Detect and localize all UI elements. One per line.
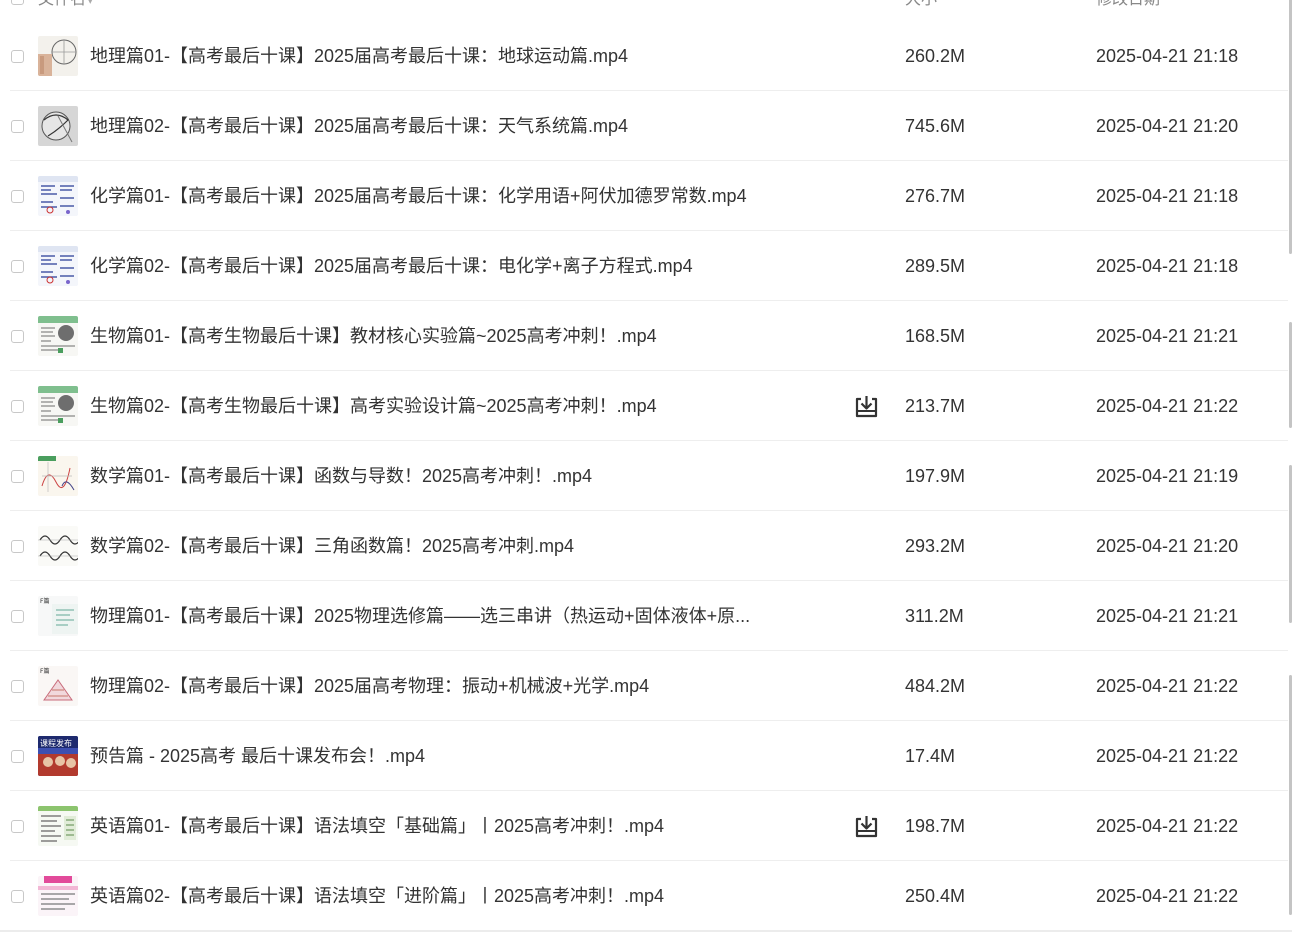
file-size: 17.4M <box>905 746 956 766</box>
row-checkbox[interactable] <box>11 610 24 623</box>
modified-date: 2025-04-21 21:22 <box>1096 886 1239 906</box>
modified-date: 2025-04-21 21:22 <box>1096 746 1239 766</box>
file-name[interactable]: 物理篇02-【高考最后十课】2025届高考物理：振动+机械波+光学.mp4 <box>90 675 760 697</box>
list-bottom-border <box>0 930 1292 932</box>
file-size: 289.5M <box>905 256 966 276</box>
video-thumbnail[interactable] <box>38 526 78 566</box>
file-size: 250.4M <box>905 886 966 906</box>
file-size: 311.2M <box>905 606 964 626</box>
video-thumbnail[interactable] <box>38 246 78 286</box>
file-name[interactable]: 英语篇02-【高考最后十课】语法填空「进阶篇」丨2025高考冲刺！.mp4 <box>90 885 760 907</box>
row-checkbox[interactable] <box>11 190 24 203</box>
modified-date: 2025-04-21 21:20 <box>1096 116 1239 136</box>
file-name[interactable]: 生物篇02-【高考生物最后十课】高考实验设计篇~2025高考冲刺！.mp4 <box>90 395 760 417</box>
video-thumbnail[interactable] <box>38 106 78 146</box>
modified-date: 2025-04-21 21:18 <box>1096 256 1239 276</box>
file-row[interactable]: 数学篇02-【高考最后十课】三角函数篇！2025高考冲刺.mp4 293.2M 20… <box>0 511 1288 581</box>
modified-date: 2025-04-21 21:21 <box>1096 606 1239 626</box>
row-checkbox[interactable] <box>11 400 24 413</box>
file-list-header: 文件名▾ 大小 修改日期 <box>0 0 1292 12</box>
row-checkbox[interactable] <box>11 820 24 833</box>
file-row[interactable]: 生物篇02-【高考生物最后十课】高考实验设计篇~2025高考冲刺！.mp4 213… <box>0 371 1288 441</box>
file-size: 293.2M <box>905 536 966 556</box>
file-name[interactable]: 地理篇01-【高考最后十课】2025届高考最后十课：地球运动篇.mp4 <box>90 45 760 67</box>
file-name[interactable]: 数学篇02-【高考最后十课】三角函数篇！2025高考冲刺.mp4 <box>90 535 760 557</box>
file-name[interactable]: 化学篇02-【高考最后十课】2025届高考最后十课：电化学+离子方程式.mp4 <box>90 255 760 277</box>
file-row[interactable]: 化学篇01-【高考最后十课】2025届高考最后十课：化学用语+阿伏加德罗常数.m… <box>0 161 1288 231</box>
file-size: 213.7M <box>905 396 966 416</box>
modified-date: 2025-04-21 21:22 <box>1096 816 1239 836</box>
file-name[interactable]: 地理篇02-【高考最后十课】2025届高考最后十课：天气系统篇.mp4 <box>90 115 760 137</box>
modified-date: 2025-04-21 21:19 <box>1096 466 1239 486</box>
file-size: 484.2M <box>905 676 966 696</box>
sort-arrow-icon: ▾ <box>88 0 93 6</box>
modified-date: 2025-04-21 21:20 <box>1096 536 1239 556</box>
svg-text:F篇: F篇 <box>40 597 49 605</box>
file-row[interactable]: 生物篇01-【高考生物最后十课】教材核心实验篇~2025高考冲刺！.mp4 168… <box>0 301 1288 371</box>
file-name[interactable]: 化学篇01-【高考最后十课】2025届高考最后十课：化学用语+阿伏加德罗常数.m… <box>90 185 760 207</box>
file-name[interactable]: 英语篇01-【高考最后十课】语法填空「基础篇」丨2025高考冲刺！.mp4 <box>90 815 760 837</box>
row-checkbox[interactable] <box>11 540 24 553</box>
svg-text:F篇: F篇 <box>40 667 49 675</box>
file-row[interactable]: 课程发布预告篇 - 2025高考 最后十课发布会！.mp4 17.4M 2025-0… <box>0 721 1288 791</box>
file-row[interactable]: 地理篇02-【高考最后十课】2025届高考最后十课：天气系统篇.mp4 745.6… <box>0 91 1288 161</box>
video-thumbnail[interactable] <box>38 386 78 426</box>
file-row[interactable]: F篇物理篇01-【高考最后十课】2025物理选修篇——选三串讲（热运动+固体液体… <box>0 581 1288 651</box>
modified-date: 2025-04-21 21:22 <box>1096 396 1239 416</box>
file-row[interactable]: F篇物理篇02-【高考最后十课】2025届高考物理：振动+机械波+光学.mp4 4… <box>0 651 1288 721</box>
modified-date: 2025-04-21 21:21 <box>1096 326 1239 346</box>
video-thumbnail[interactable] <box>38 876 78 916</box>
file-size: 168.5M <box>905 326 966 346</box>
file-size: 745.6M <box>905 116 966 136</box>
video-thumbnail[interactable]: F篇 <box>38 596 78 636</box>
column-header-name[interactable]: 文件名▾ <box>38 0 93 13</box>
file-row[interactable]: 数学篇01-【高考最后十课】函数与导数！2025高考冲刺！.mp4 197.9M 2… <box>0 441 1288 511</box>
modified-date: 2025-04-21 21:22 <box>1096 676 1239 696</box>
file-size: 260.2M <box>905 46 966 66</box>
file-size: 197.9M <box>905 466 966 486</box>
modified-date: 2025-04-21 21:18 <box>1096 46 1239 66</box>
select-all-checkbox[interactable] <box>11 0 24 5</box>
download-icon[interactable] <box>853 813 880 840</box>
file-name[interactable]: 物理篇01-【高考最后十课】2025物理选修篇——选三串讲（热运动+固体液体+原… <box>90 605 760 627</box>
row-checkbox[interactable] <box>11 890 24 903</box>
download-icon[interactable] <box>853 393 880 420</box>
row-checkbox[interactable] <box>11 750 24 763</box>
row-checkbox[interactable] <box>11 120 24 133</box>
file-row[interactable]: 英语篇02-【高考最后十课】语法填空「进阶篇」丨2025高考冲刺！.mp4 250… <box>0 861 1288 931</box>
svg-text:课程发布: 课程发布 <box>40 738 72 748</box>
row-checkbox[interactable] <box>11 260 24 273</box>
file-row[interactable]: 化学篇02-【高考最后十课】2025届高考最后十课：电化学+离子方程式.mp4 2… <box>0 231 1288 301</box>
column-header-date[interactable]: 修改日期 <box>1096 0 1160 12</box>
video-thumbnail[interactable] <box>38 456 78 496</box>
file-name[interactable]: 数学篇01-【高考最后十课】函数与导数！2025高考冲刺！.mp4 <box>90 465 760 487</box>
column-header-size[interactable]: 大小 <box>905 0 937 12</box>
file-name[interactable]: 预告篇 - 2025高考 最后十课发布会！.mp4 <box>90 745 760 767</box>
video-thumbnail[interactable] <box>38 316 78 356</box>
row-checkbox[interactable] <box>11 330 24 343</box>
video-thumbnail[interactable] <box>38 806 78 846</box>
video-thumbnail[interactable] <box>38 176 78 216</box>
row-checkbox[interactable] <box>11 470 24 483</box>
modified-date: 2025-04-21 21:18 <box>1096 186 1239 206</box>
file-row[interactable]: 英语篇01-【高考最后十课】语法填空「基础篇」丨2025高考冲刺！.mp4 198… <box>0 791 1288 861</box>
file-name[interactable]: 生物篇01-【高考生物最后十课】教材核心实验篇~2025高考冲刺！.mp4 <box>90 325 760 347</box>
file-list: 地理篇01-【高考最后十课】2025届高考最后十课：地球运动篇.mp4 260.2… <box>0 21 1288 931</box>
video-thumbnail[interactable] <box>38 36 78 76</box>
video-thumbnail[interactable]: F篇 <box>38 666 78 706</box>
row-checkbox[interactable] <box>11 50 24 63</box>
file-size: 198.7M <box>905 816 966 836</box>
file-size: 276.7M <box>905 186 966 206</box>
row-checkbox[interactable] <box>11 680 24 693</box>
file-row[interactable]: 地理篇01-【高考最后十课】2025届高考最后十课：地球运动篇.mp4 260.2… <box>0 21 1288 91</box>
video-thumbnail[interactable]: 课程发布 <box>38 736 78 776</box>
